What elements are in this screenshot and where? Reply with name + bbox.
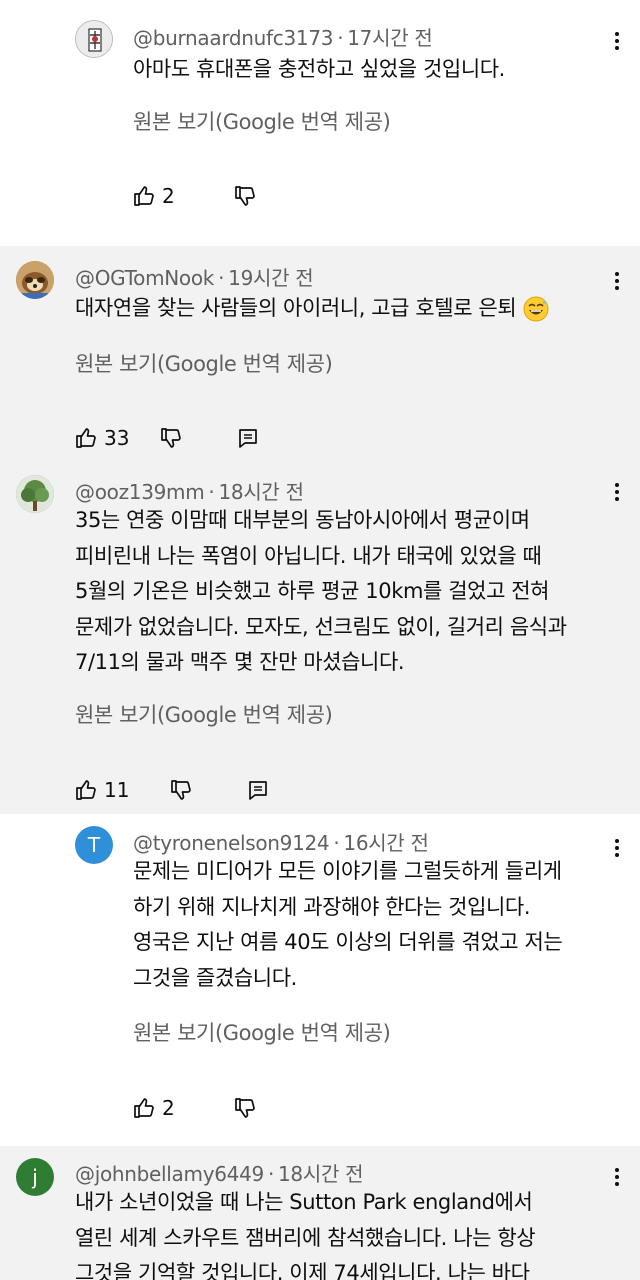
comment-author[interactable]: @OGTomNook xyxy=(75,266,214,290)
comment-actions: 2 xyxy=(132,1096,257,1120)
comment-header: @burnaardnufc3173 · 17시간 전 xyxy=(133,26,433,50)
comment-author[interactable]: @tyronenelson9124 xyxy=(133,831,330,855)
comment-header: @OGTomNook · 19시간 전 xyxy=(75,266,314,290)
comment-text: 내가 소년이었을 때 나는 Sutton Park england에서 열린 세… xyxy=(75,1190,536,1280)
comment-text-content: 대자연을 찾는 사람들의 아이러니, 고급 호텔로 은퇴 xyxy=(75,296,517,320)
tree-avatar-icon xyxy=(16,475,54,513)
thumbs-down-icon xyxy=(234,1098,255,1118)
like-button[interactable]: 2 xyxy=(132,184,175,208)
like-button[interactable]: 11 xyxy=(74,778,129,802)
comment-text: 문제는 미디어가 모든 이야기를 그럴듯하게 들리게 하기 위해 지나치게 과장… xyxy=(133,859,563,990)
more-options-icon[interactable] xyxy=(605,269,629,293)
thumbs-up-icon xyxy=(76,780,96,800)
more-options-icon[interactable] xyxy=(605,29,629,53)
more-options-icon[interactable] xyxy=(605,480,629,504)
reply-button[interactable] xyxy=(237,427,259,449)
see-original-link[interactable]: 원본 보기(Google 번역 제공) xyxy=(75,348,333,378)
more-options-icon[interactable] xyxy=(605,836,629,860)
comment-actions: 2 xyxy=(132,184,257,208)
reply-comment-icon xyxy=(249,781,268,800)
avatar-initial: j xyxy=(32,1165,38,1189)
comment-header: @tyronenelson9124 · 16시간 전 xyxy=(133,831,429,855)
comment-actions: 33 xyxy=(74,426,259,450)
crest-icon xyxy=(76,21,112,57)
thumbs-down-icon xyxy=(234,186,255,206)
avatar[interactable]: T xyxy=(75,826,113,864)
reply-comment-icon xyxy=(239,429,258,448)
thumbs-up-icon xyxy=(134,186,154,206)
comment-3: @ooz139mm · 18시간 전 35는 연중 이맘때 대부분의 동남아시아에서… xyxy=(0,461,640,814)
comment-header: @ooz139mm · 18시간 전 xyxy=(75,480,304,504)
comment-2: @OGTomNook · 19시간 전 대자연을 찾는 사람들의 아이러니, 고급 … xyxy=(0,246,640,461)
comment-time[interactable]: 16시간 전 xyxy=(343,831,429,855)
grinning-sweat-emoji-icon xyxy=(523,296,549,322)
see-original-link[interactable]: 원본 보기(Google 번역 제공) xyxy=(133,1017,391,1047)
thumbs-down-icon xyxy=(161,428,182,448)
like-count: 2 xyxy=(162,1096,175,1120)
thumbs-down-icon xyxy=(171,780,192,800)
see-original-link[interactable]: 원본 보기(Google 번역 제공) xyxy=(75,699,333,729)
comment-time[interactable]: 18시간 전 xyxy=(218,480,304,504)
avatar[interactable]: j xyxy=(16,1158,54,1196)
thumbs-up-icon xyxy=(134,1098,154,1118)
avatar[interactable] xyxy=(16,475,54,513)
avatar[interactable] xyxy=(16,261,54,299)
raccoon-avatar-icon xyxy=(16,261,54,299)
comment-4: T @tyronenelson9124 · 16시간 전 문제는 미디어가 모든 이… xyxy=(0,814,640,1146)
comment-time[interactable]: 17시간 전 xyxy=(347,26,433,50)
see-original-link[interactable]: 원본 보기(Google 번역 제공) xyxy=(133,106,391,136)
comment-actions: 11 xyxy=(74,778,269,802)
comment-text: 아마도 휴대폰을 충전하고 싶었을 것입니다. xyxy=(133,57,505,81)
like-button[interactable]: 33 xyxy=(74,426,129,450)
comment-time[interactable]: 19시간 전 xyxy=(228,266,314,290)
comment-author[interactable]: @johnbellamy6449 xyxy=(75,1162,264,1186)
dislike-button[interactable] xyxy=(233,184,257,208)
dislike-button[interactable] xyxy=(159,426,183,450)
comment-author[interactable]: @burnaardnufc3173 xyxy=(133,26,333,50)
avatar[interactable] xyxy=(75,20,113,58)
comment-text: 35는 연중 이맘때 대부분의 동남아시아에서 평균이며 피비린내 나는 폭염이… xyxy=(75,508,567,674)
like-count: 33 xyxy=(104,426,130,450)
comment-time[interactable]: 18시간 전 xyxy=(278,1162,364,1186)
comment-author[interactable]: @ooz139mm xyxy=(75,480,205,504)
more-options-icon[interactable] xyxy=(605,1165,629,1189)
like-count: 2 xyxy=(162,184,175,208)
thumbs-up-icon xyxy=(76,428,96,448)
comment-text: 대자연을 찾는 사람들의 아이러니, 고급 호텔로 은퇴 xyxy=(75,291,549,327)
like-button[interactable]: 2 xyxy=(132,1096,175,1120)
comment-header: @johnbellamy6449 · 18시간 전 xyxy=(75,1162,364,1186)
reply-button[interactable] xyxy=(247,779,269,801)
comment-5: j @johnbellamy6449 · 18시간 전 내가 소년이었을 때 나는 … xyxy=(0,1146,640,1280)
comment-1: @burnaardnufc3173 · 17시간 전 아마도 휴대폰을 충전하고 싶… xyxy=(0,0,640,246)
avatar-initial: T xyxy=(87,833,101,857)
dislike-button[interactable] xyxy=(233,1096,257,1120)
dislike-button[interactable] xyxy=(169,778,193,802)
like-count: 11 xyxy=(104,778,130,802)
